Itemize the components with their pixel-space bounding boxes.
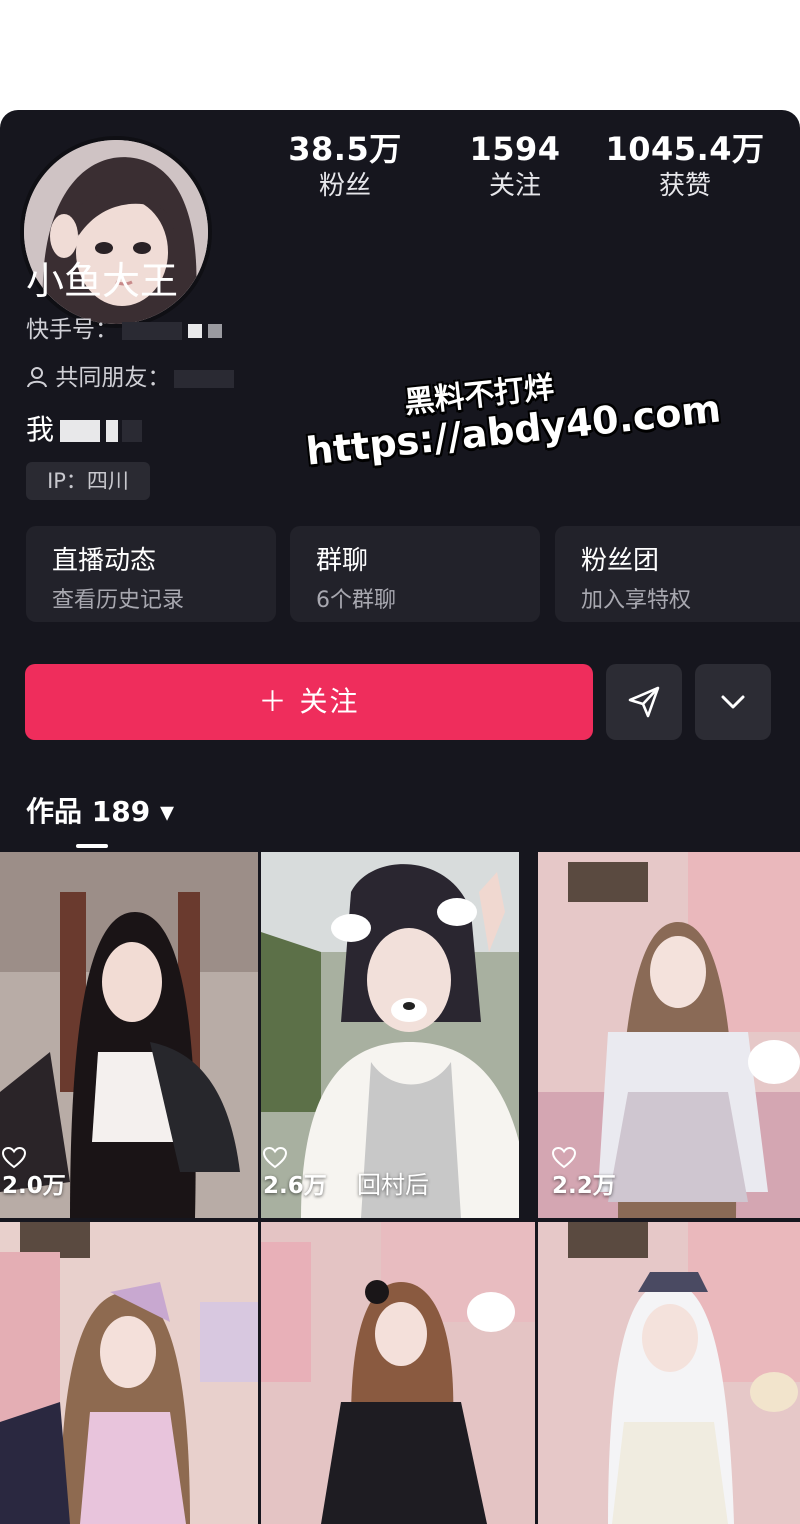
video-grid: 2.0万 2.6万 回村后 2.2万 bbox=[0, 852, 800, 1524]
live-history-title: 直播动态 bbox=[52, 546, 157, 576]
video-tile[interactable] bbox=[261, 1222, 535, 1524]
redacted-id-mark bbox=[208, 323, 222, 338]
video-tile[interactable] bbox=[0, 1222, 258, 1524]
video-like-count: 2.0万 bbox=[2, 1144, 66, 1200]
video-like-value: 2.2万 bbox=[552, 1173, 616, 1199]
chevron-down-icon bbox=[721, 695, 745, 709]
stat-following-label: 关注 bbox=[488, 171, 541, 201]
group-chat-card[interactable]: 群聊 6个群聊 bbox=[290, 526, 540, 622]
share-button[interactable] bbox=[606, 664, 682, 740]
person-icon bbox=[26, 365, 55, 391]
fan-club-title: 粉丝团 bbox=[581, 546, 660, 576]
video-caption: 回村后 bbox=[357, 1171, 429, 1199]
group-chat-subtitle: 6个群聊 bbox=[316, 588, 396, 613]
stat-fans-label: 粉丝 bbox=[318, 171, 371, 201]
video-tile[interactable] bbox=[538, 1222, 800, 1524]
fan-club-card[interactable]: 粉丝团 加入享特权 bbox=[555, 526, 800, 622]
stat-fans[interactable]: 38.5万 粉丝 bbox=[260, 130, 430, 204]
send-icon bbox=[628, 686, 660, 718]
bio-text: 我 bbox=[26, 413, 55, 446]
profile-name: 小鱼大王 bbox=[26, 259, 179, 303]
redacted-id bbox=[122, 321, 182, 340]
follow-button[interactable]: ＋ 关注 bbox=[25, 664, 593, 740]
video-tile[interactable]: 2.2万 bbox=[538, 852, 800, 1218]
profile-panel: 38.5万 粉丝 1594 关注 1045.4万 获赞 小鱼大王 快手号： 共同… bbox=[0, 110, 800, 852]
mutual-friends-row[interactable]: 共同朋友： bbox=[26, 358, 235, 392]
stat-fans-value: 38.5万 bbox=[288, 130, 402, 168]
group-chat-title: 群聊 bbox=[316, 546, 369, 576]
stat-likes[interactable]: 1045.4万 获赞 bbox=[600, 130, 770, 204]
fan-club-subtitle: 加入享特权 bbox=[581, 588, 692, 613]
live-history-card[interactable]: 直播动态 查看历史记录 bbox=[26, 526, 276, 622]
ip-location-tag: IP：四川 bbox=[26, 462, 150, 500]
video-like-value: 2.6万 bbox=[263, 1173, 327, 1199]
mutual-friends-label: 共同朋友： bbox=[55, 365, 171, 391]
stats-row: 38.5万 粉丝 1594 关注 1045.4万 获赞 bbox=[0, 130, 800, 220]
redacted-bio bbox=[122, 420, 143, 442]
stat-following[interactable]: 1594 关注 bbox=[430, 130, 600, 204]
video-tile[interactable]: 2.0万 bbox=[0, 852, 258, 1218]
more-button[interactable] bbox=[695, 664, 771, 740]
bio: 我 bbox=[26, 408, 143, 448]
video-like-value: 2.0万 bbox=[2, 1173, 66, 1199]
live-history-subtitle: 查看历史记录 bbox=[52, 588, 185, 613]
top-white-strip bbox=[0, 0, 800, 112]
kuaishou-id-label: 快手号： bbox=[26, 317, 118, 343]
tab-works-indicator bbox=[76, 844, 108, 848]
stat-likes-value: 1045.4万 bbox=[605, 130, 765, 168]
redacted-friends bbox=[174, 369, 235, 388]
stat-likes-label: 获赞 bbox=[658, 171, 711, 201]
heart-icon bbox=[263, 1147, 287, 1169]
heart-icon bbox=[552, 1147, 576, 1169]
heart-icon bbox=[2, 1147, 26, 1169]
kuaishou-id-row: 快手号： bbox=[26, 310, 222, 344]
redacted-bio bbox=[106, 420, 119, 442]
redacted-id-mark bbox=[188, 323, 202, 338]
redacted-bio bbox=[60, 420, 101, 442]
video-tile[interactable]: 2.6万 回村后 bbox=[261, 852, 519, 1218]
video-like-count: 2.6万 bbox=[263, 1144, 327, 1200]
tab-works[interactable]: 作品 189 ▾ bbox=[26, 790, 174, 830]
video-like-count: 2.2万 bbox=[552, 1144, 616, 1200]
stat-following-value: 1594 bbox=[469, 130, 561, 168]
